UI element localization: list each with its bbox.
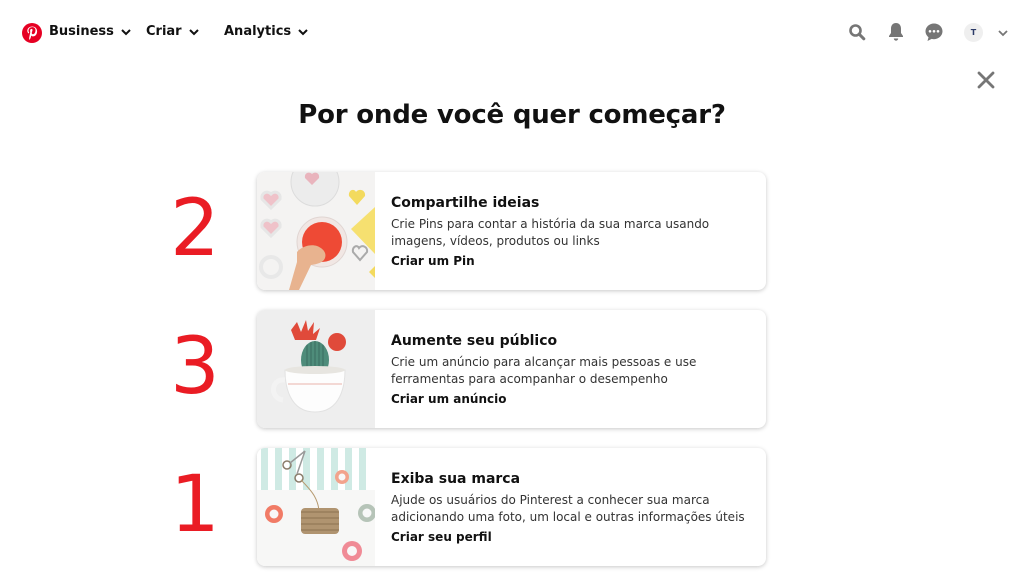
pinterest-p-icon	[27, 26, 38, 40]
close-icon[interactable]	[975, 69, 997, 91]
baking-hearts-image	[257, 172, 375, 290]
create-pin-link[interactable]: Criar um Pin	[391, 254, 751, 268]
chevron-down-icon	[121, 28, 131, 35]
card-share-ideas[interactable]: Compartilhe ideias Crie Pins para contar…	[257, 172, 766, 290]
page-title: Por onde você quer começar?	[298, 100, 726, 130]
notifications-button[interactable]	[885, 21, 907, 43]
bell-icon	[889, 23, 903, 41]
card-description: Crie um anúncio para alcançar mais pesso…	[391, 355, 697, 386]
chat-icon	[925, 23, 943, 41]
chevron-down-icon	[188, 28, 199, 35]
create-ad-link[interactable]: Criar um anúncio	[391, 392, 751, 406]
card-title: Compartilhe ideias	[391, 195, 540, 211]
nav-business-label: Business	[49, 24, 114, 39]
messages-button[interactable]	[923, 21, 945, 43]
chevron-down-icon	[298, 28, 308, 35]
top-navigation: Business Criar Analytics T	[0, 0, 1024, 64]
step-annotation: 1	[170, 460, 220, 550]
pinterest-logo[interactable]	[22, 23, 42, 43]
nav-analytics-label: Analytics	[224, 24, 292, 39]
cactus-cup-image	[257, 310, 375, 428]
step-annotation: 2	[170, 184, 220, 274]
card-title: Exiba sua marca	[391, 471, 521, 487]
card-grow-audience[interactable]: Aumente seu público Crie um anúncio para…	[257, 310, 766, 428]
nav-criar-label: Criar	[146, 24, 182, 39]
card-description: Ajude os usuários do Pinterest a conhece…	[391, 493, 745, 524]
card-text: Aumente seu público Crie um anúncio para…	[391, 333, 751, 406]
nav-business[interactable]: Business	[49, 24, 132, 39]
nav-criar[interactable]: Criar	[146, 24, 200, 39]
account-chevron-down-icon[interactable]	[996, 26, 1010, 40]
search-button[interactable]	[846, 21, 868, 43]
card-text: Exiba sua marca Ajude os usuários do Pin…	[391, 471, 751, 544]
card-title: Aumente seu público	[391, 333, 558, 349]
avatar[interactable]: T	[964, 23, 983, 42]
create-profile-link[interactable]: Criar seu perfil	[391, 530, 751, 544]
step-annotation: 3	[170, 322, 220, 412]
twine-tape-image	[257, 448, 375, 566]
search-icon	[849, 24, 866, 41]
card-description: Crie Pins para contar a história da sua …	[391, 217, 710, 248]
nav-analytics[interactable]: Analytics	[224, 24, 309, 39]
avatar-initial: T	[970, 28, 977, 37]
card-text: Compartilhe ideias Crie Pins para contar…	[391, 195, 751, 268]
card-show-brand[interactable]: Exiba sua marca Ajude os usuários do Pin…	[257, 448, 766, 566]
